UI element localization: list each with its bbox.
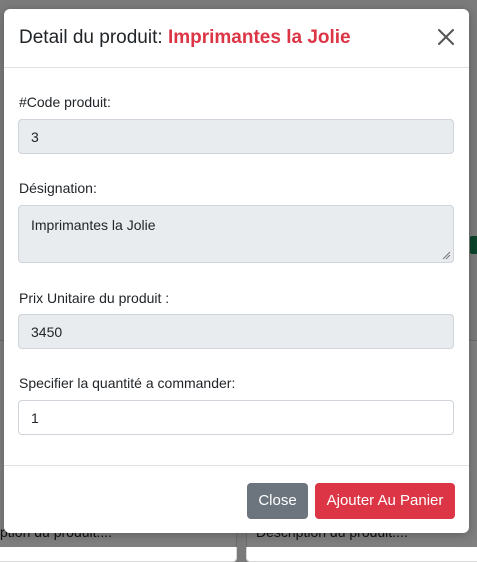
code-produit-field[interactable]: 3 [18,119,454,154]
modal-header: Detail du produit: Imprimantes la Jolie [4,9,469,68]
modal-footer: Close Ajouter Au Panier [4,465,469,534]
designation-value: Imprimantes la Jolie [31,217,156,233]
close-icon[interactable] [435,26,457,48]
modal-title-product: Imprimantes la Jolie [167,27,351,48]
add-to-cart-button[interactable]: Ajouter Au Panier [315,483,455,519]
designation-label: Désignation: [19,180,97,196]
resize-grip-icon[interactable] [442,251,451,260]
designation-textarea[interactable]: Imprimantes la Jolie [18,205,454,263]
code-produit-label: #Code produit: [19,94,111,110]
modal-title: Detail du produit: Imprimantes la Jolie [19,27,351,49]
close-button[interactable]: Close [247,483,308,519]
quantite-value: 1 [31,409,39,426]
prix-unitaire-value: 3450 [31,323,63,340]
quantite-input[interactable]: 1 [18,400,454,435]
quantite-label: Specifier la quantité a commander: [19,375,236,391]
code-produit-value: 3 [31,128,39,145]
prix-unitaire-field[interactable]: 3450 [18,314,454,349]
modal-title-prefix: Detail du produit: [19,27,163,48]
prix-unitaire-label: Prix Unitaire du produit : [19,290,170,306]
product-detail-modal: Detail du produit: Imprimantes la Jolie … [4,9,469,533]
